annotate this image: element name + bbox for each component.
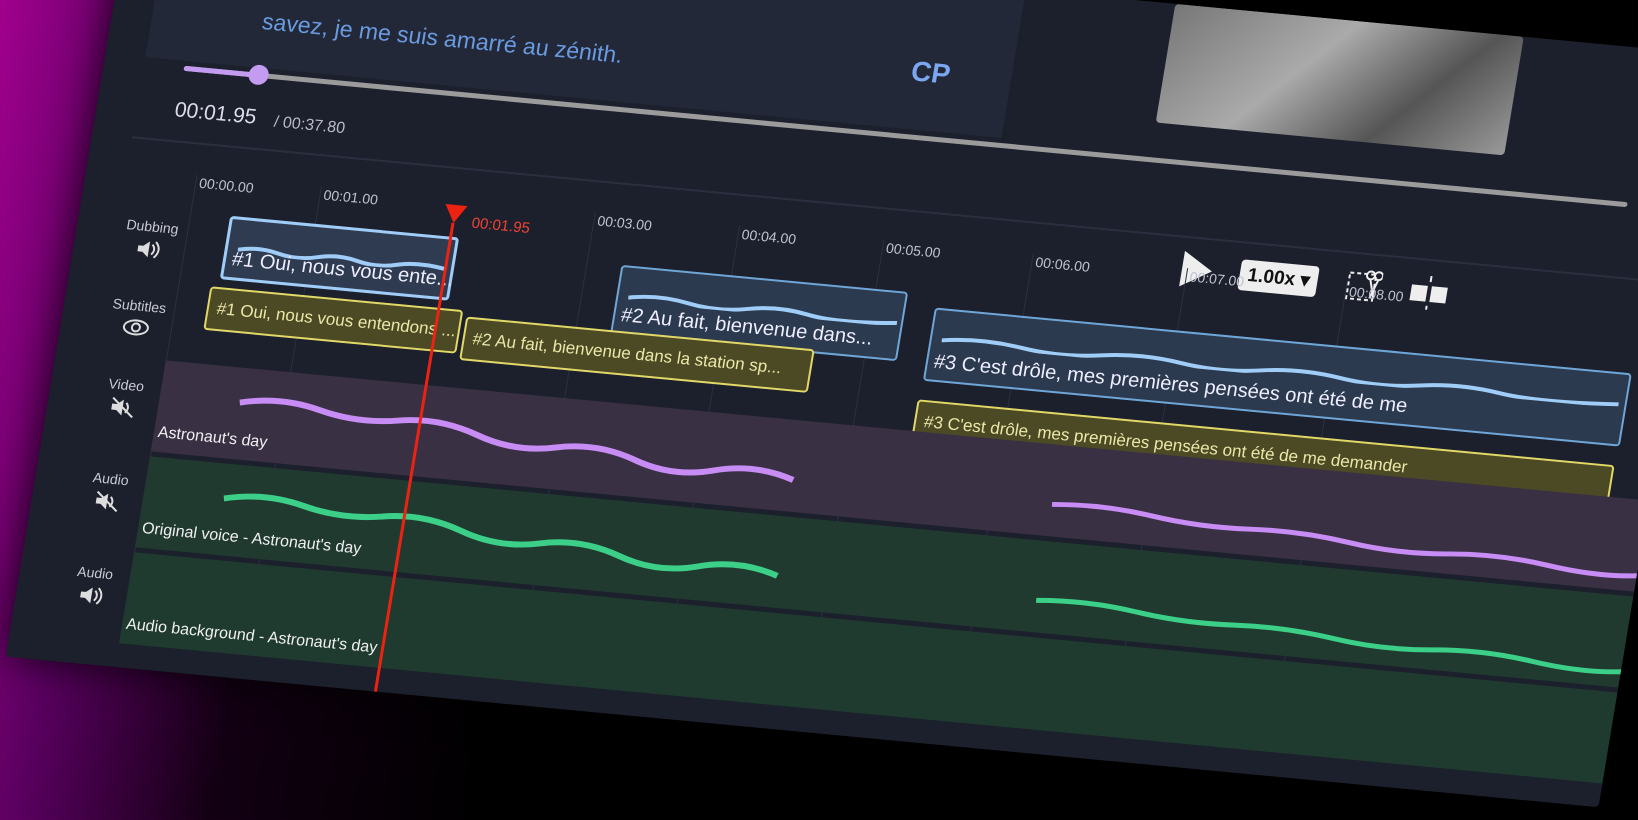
track-label-audio-background: Audio bbox=[55, 561, 132, 609]
track-label-audio1-text: Audio bbox=[91, 469, 130, 489]
track-labels: Dubbing Subtitles Video Audio Audio bbox=[76, 205, 186, 605]
speaker-muted-icon[interactable] bbox=[92, 489, 121, 513]
speaker-icon[interactable] bbox=[77, 583, 106, 607]
tick-label: 00:03.00 bbox=[596, 212, 654, 234]
speaker-icon[interactable] bbox=[134, 237, 163, 261]
background-lane-label: Audio background - Astronaut's day bbox=[124, 615, 379, 657]
total-time: / 00:37.80 bbox=[272, 113, 347, 138]
track-label-subtitles: Subtitles bbox=[99, 294, 175, 340]
editor-window: savez, je me suis amarré au zénith. CP 0… bbox=[5, 0, 1638, 808]
track-label-dubbing: Dubbing bbox=[112, 215, 189, 263]
track-label-video-text: Video bbox=[107, 375, 146, 395]
track-label-video: Video bbox=[86, 374, 163, 422]
subtitle-clip-label: #1 Oui, nous vous entendons ... bbox=[215, 299, 458, 341]
playhead-handle[interactable] bbox=[442, 204, 468, 224]
tick-label: 00:01.00 bbox=[322, 186, 380, 208]
dubbing-clip[interactable]: #1 Oui, nous vous ente... bbox=[219, 215, 460, 301]
speaker-muted-icon[interactable] bbox=[108, 395, 137, 419]
preview-cp-label: CP bbox=[908, 55, 953, 90]
track-label-dubbing-text: Dubbing bbox=[125, 216, 180, 237]
scrub-handle[interactable] bbox=[246, 64, 271, 86]
current-time: 00:01.95 bbox=[173, 98, 259, 129]
track-label-audio-original: Audio bbox=[70, 468, 147, 516]
track-label-subtitles-text: Subtitles bbox=[111, 295, 168, 317]
video-thumbnail[interactable] bbox=[1155, 3, 1524, 156]
track-label-audio2-text: Audio bbox=[76, 563, 115, 583]
tick-label: 00:06.00 bbox=[1034, 253, 1092, 275]
preview-subtitle-text: savez, je me suis amarré au zénith. bbox=[260, 8, 625, 68]
tick-label: 00:04.00 bbox=[740, 226, 798, 248]
tick-label: 00:05.00 bbox=[884, 239, 942, 261]
tick-label: 00:00.00 bbox=[197, 174, 255, 196]
eye-icon[interactable] bbox=[120, 316, 151, 338]
